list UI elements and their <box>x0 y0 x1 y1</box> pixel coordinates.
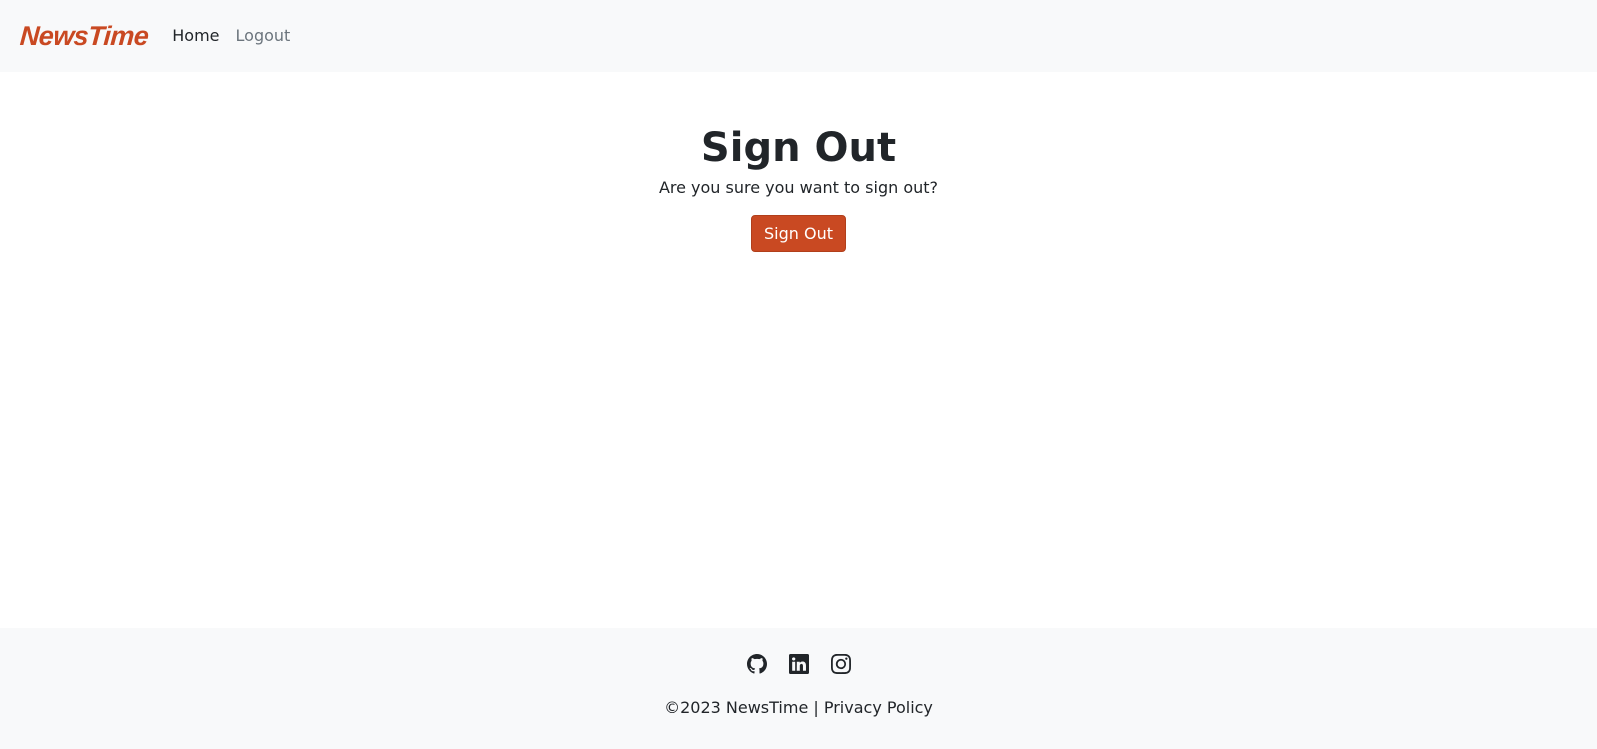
social-links <box>0 654 1597 674</box>
signout-panel: Sign Out Are you sure you want to sign o… <box>0 72 1597 628</box>
copyright-text: ©2023 NewsTime | <box>664 698 819 717</box>
page-title: Sign Out <box>700 125 897 171</box>
nav-link-home[interactable]: Home <box>172 28 219 44</box>
brand-logo[interactable]: NewsTime <box>19 21 149 51</box>
privacy-policy-link[interactable]: Privacy Policy <box>824 698 933 717</box>
top-navbar: NewsTime Home Logout <box>0 0 1597 72</box>
page: NewsTime Home Logout Sign Out Are you su… <box>0 0 1597 749</box>
footer: ©2023 NewsTime | Privacy Policy <box>0 628 1597 749</box>
instagram-icon[interactable] <box>830 654 851 674</box>
confirmation-text: Are you sure you want to sign out? <box>658 178 939 197</box>
copyright-line: ©2023 NewsTime | Privacy Policy <box>0 698 1597 717</box>
linkedin-icon[interactable] <box>788 654 809 674</box>
nav-link-logout[interactable]: Logout <box>236 28 291 44</box>
sign-out-button[interactable]: Sign Out <box>751 215 846 253</box>
github-icon[interactable] <box>746 654 767 674</box>
